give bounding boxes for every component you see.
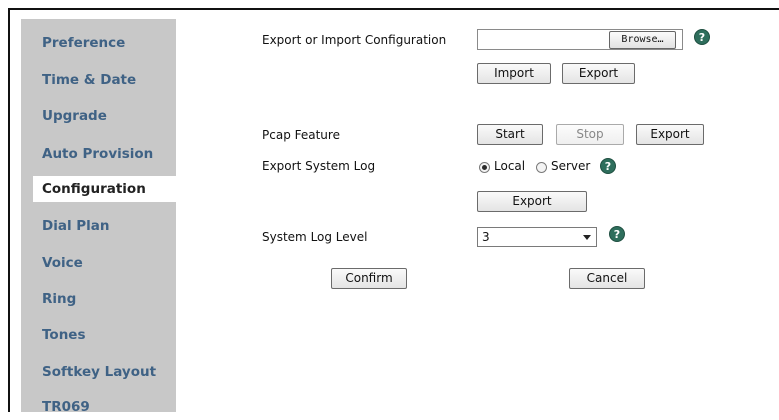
help-icon-log-level[interactable]: ? (609, 226, 625, 242)
log-level-select[interactable]: 3 (477, 227, 597, 247)
pcap-start-button[interactable]: Start (477, 124, 543, 145)
radio-local[interactable] (479, 162, 490, 173)
pcap-stop-button[interactable]: Stop (556, 124, 624, 145)
sidebar-item-softkey-layout[interactable]: Softkey Layout (21, 359, 176, 385)
sidebar-item-voice[interactable]: Voice (21, 250, 176, 276)
cancel-button[interactable]: Cancel (569, 268, 645, 289)
log-level-value: 3 (482, 230, 490, 244)
sidebar: Preference Time & Date Upgrade Auto Prov… (21, 19, 176, 415)
sidebar-item-time-date[interactable]: Time & Date (21, 67, 176, 93)
pcap-export-button[interactable]: Export (636, 124, 704, 145)
browse-button[interactable]: Browse… (609, 31, 676, 49)
radio-local-label: Local (494, 159, 526, 173)
sidebar-item-auto-provision[interactable]: Auto Provision (21, 141, 176, 167)
sidebar-item-dial-plan[interactable]: Dial Plan (21, 213, 176, 239)
sidebar-item-preference[interactable]: Preference (21, 30, 176, 56)
radio-server-label: Server (551, 159, 591, 173)
log-level-label: System Log Level (262, 230, 368, 244)
sidebar-item-configuration[interactable]: Configuration (33, 176, 176, 202)
help-icon-config-io[interactable]: ? (694, 29, 710, 45)
sidebar-item-tones[interactable]: Tones (21, 322, 176, 348)
export-system-log-button[interactable]: Export (477, 191, 587, 212)
sidebar-item-ring[interactable]: Ring (21, 286, 176, 312)
system-log-label: Export System Log (262, 159, 376, 173)
pcap-label: Pcap Feature (262, 128, 340, 142)
import-button[interactable]: Import (477, 63, 551, 84)
config-io-label: Export or Import Configuration (262, 33, 447, 47)
sidebar-item-upgrade[interactable]: Upgrade (21, 103, 176, 129)
sidebar-item-tr069[interactable]: TR069 (21, 394, 176, 420)
help-icon-system-log[interactable]: ? (600, 158, 616, 174)
confirm-button[interactable]: Confirm (331, 268, 407, 289)
chevron-down-icon (583, 235, 591, 240)
radio-server[interactable] (536, 162, 547, 173)
export-config-button[interactable]: Export (562, 63, 635, 84)
